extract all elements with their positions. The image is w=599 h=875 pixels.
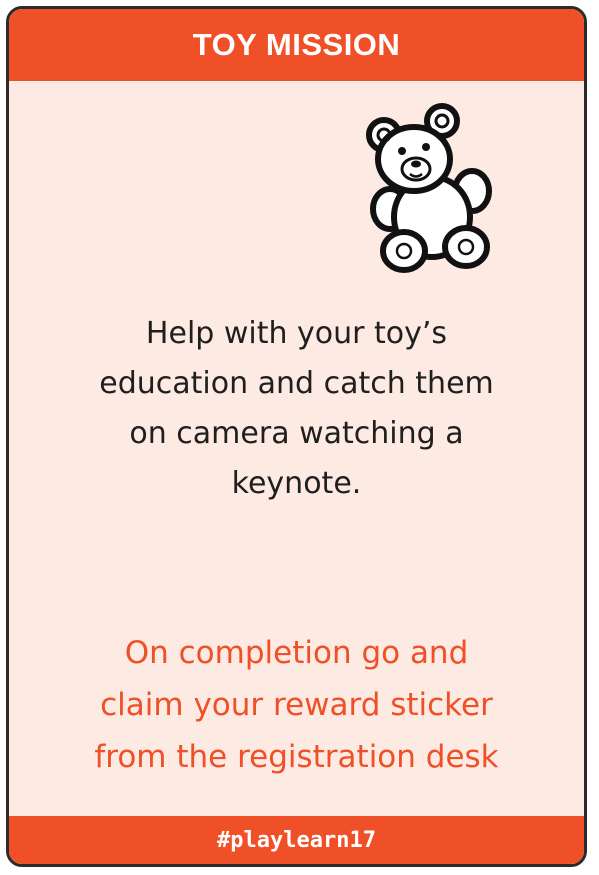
hashtag: #playlearn17 [217, 827, 376, 853]
card-header: TOY MISSION [9, 9, 584, 81]
reward-instructions: On completion go and claim your reward s… [94, 635, 499, 775]
card-footer: #playlearn17 [9, 816, 584, 864]
mission-card: TOY MISSION Help with your toy’s educati… [6, 6, 587, 867]
mission-description: Help with your toy’s education and catch… [99, 316, 494, 501]
card-title: TOY MISSION [192, 27, 401, 62]
teddy-bear-icon [366, 103, 492, 273]
